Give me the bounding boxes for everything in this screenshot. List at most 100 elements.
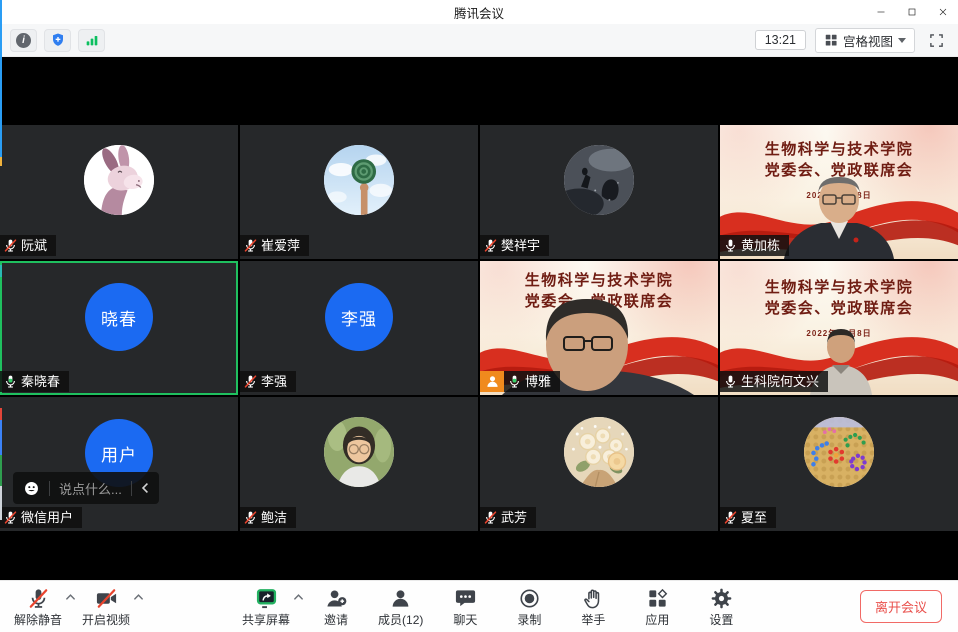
participant-tile[interactable]: 用户 说点什么... 微信用户 [0, 397, 238, 531]
mic-muted-icon [483, 238, 498, 253]
name-plate: 崔爱萍 [240, 235, 309, 256]
participant-tile-active-speaker[interactable]: 晓春 秦晓春 [0, 261, 238, 395]
avatar [564, 417, 634, 487]
participant-name: 微信用户 [21, 509, 73, 526]
tencent-meeting-window: 腾讯会议 i 13:21 宫格视图 [0, 0, 958, 632]
participant-tile[interactable]: 樊祥宇 [480, 125, 718, 259]
apps-button[interactable]: 应用 [635, 585, 679, 628]
participant-tile[interactable]: 生物科学与技术学院 党委会、党政联席会 博雅 [480, 261, 718, 395]
name-plate: 樊祥宇 [480, 235, 549, 256]
name-plate: 武芳 [480, 507, 536, 528]
fullscreen-icon [929, 33, 944, 48]
participant-name: 黄加栋 [741, 237, 780, 254]
share-screen-button[interactable]: 共享屏幕 [242, 585, 290, 628]
chevron-up-icon[interactable] [65, 593, 76, 601]
video-stage: 阮斌 [0, 57, 958, 580]
window-title: 腾讯会议 [454, 3, 504, 22]
settings-button[interactable]: 设置 [699, 585, 743, 628]
minimize-button[interactable] [865, 0, 896, 24]
close-button[interactable] [927, 0, 958, 24]
participant-tile[interactable]: 崔爱萍 [240, 125, 478, 259]
mic-muted-icon [243, 238, 258, 253]
settings-icon [710, 587, 733, 610]
avatar [324, 145, 394, 215]
name-plate: 鲍洁 [240, 507, 296, 528]
meeting-security-shield-icon[interactable] [44, 29, 71, 52]
invite-button[interactable]: 邀请 [314, 585, 358, 628]
title-bar: 腾讯会议 [0, 0, 958, 24]
meeting-info-icon[interactable]: i [10, 29, 37, 52]
participant-tile[interactable]: 李强 李强 [240, 261, 478, 395]
mic-muted-icon [3, 510, 18, 525]
avatar-initials: 李强 [325, 283, 393, 351]
participant-tile[interactable]: 武芳 [480, 397, 718, 531]
avatar [804, 417, 874, 487]
chat-button[interactable]: 聊天 [443, 585, 487, 628]
mic-on-icon [507, 374, 522, 389]
name-plate: 生科院何文兴 [720, 371, 828, 392]
emoji-icon[interactable] [23, 480, 40, 497]
name-plate: 夏至 [720, 507, 776, 528]
name-plate: 黄加栋 [720, 235, 789, 256]
name-plate: 秦晓春 [0, 371, 69, 392]
person-icon [485, 374, 500, 389]
chevron-up-icon[interactable] [133, 593, 144, 601]
members-icon [389, 587, 412, 610]
mic-on-icon [723, 374, 738, 389]
mic-muted-icon [483, 510, 498, 525]
chevron-down-icon [898, 38, 906, 43]
participant-tile[interactable]: 生物科学与技术学院 党委会、党政联席会 2022年12月8日 生科院何文兴 [720, 261, 958, 395]
chevron-left-icon[interactable] [141, 482, 149, 494]
host-badge [480, 371, 504, 392]
mic-muted-icon [723, 510, 738, 525]
raise-hand-button[interactable]: 举手 [571, 585, 615, 628]
participant-name: 夏至 [741, 509, 767, 526]
view-mode-dropdown[interactable]: 宫格视图 [815, 28, 915, 53]
chat-input-placeholder[interactable]: 说点什么... [59, 479, 122, 498]
participant-name: 阮斌 [21, 237, 47, 254]
name-plate: 阮斌 [0, 235, 56, 256]
bottom-toolbar: 解除静音 开启视频 共享屏幕 邀请 [0, 580, 958, 632]
view-mode-label: 宫格视图 [843, 31, 893, 50]
members-button[interactable]: 成员(12) [378, 585, 423, 628]
mic-muted-icon [27, 587, 50, 610]
avatar [84, 145, 154, 215]
participant-tile[interactable]: 阮斌 [0, 125, 238, 259]
avatar-initials: 晓春 [85, 283, 153, 351]
participant-name: 武芳 [501, 509, 527, 526]
grid-view-icon [824, 33, 838, 47]
name-plate: 微信用户 [0, 507, 82, 528]
start-video-button[interactable]: 开启视频 [82, 585, 130, 628]
participant-grid: 阮斌 [0, 125, 958, 531]
name-plate: 李强 [240, 371, 296, 392]
record-button[interactable]: 录制 [507, 585, 551, 628]
mic-on-icon [3, 374, 18, 389]
mic-on-icon [723, 238, 738, 253]
mic-muted-icon [243, 374, 258, 389]
name-plate: 博雅 [504, 371, 560, 392]
mic-muted-icon [3, 238, 18, 253]
avatar [564, 145, 634, 215]
participant-name: 樊祥宇 [501, 237, 540, 254]
fullscreen-button[interactable] [924, 28, 948, 52]
chevron-up-icon[interactable] [293, 593, 304, 601]
participant-name: 生科院何文兴 [741, 373, 819, 390]
maximize-button[interactable] [896, 0, 927, 24]
participant-tile[interactable]: 夏至 [720, 397, 958, 531]
camera-off-icon [95, 587, 118, 610]
participant-tile[interactable]: 鲍洁 [240, 397, 478, 531]
quick-chat-bar[interactable]: 说点什么... [13, 472, 159, 504]
share-screen-icon [255, 587, 278, 610]
unmute-button[interactable]: 解除静音 [14, 585, 62, 628]
network-quality-icon[interactable] [78, 29, 105, 52]
leave-meeting-button[interactable]: 离开会议 [860, 590, 942, 623]
avatar [324, 417, 394, 487]
participant-name: 崔爱萍 [261, 237, 300, 254]
top-toolbar: i 13:21 宫格视图 [0, 24, 958, 57]
participant-name: 博雅 [525, 373, 551, 390]
participant-tile[interactable]: 生物科学与技术学院 党委会、党政联席会 2022年12月8日 [720, 125, 958, 259]
mic-muted-icon [243, 510, 258, 525]
apps-icon [646, 587, 669, 610]
participant-name: 李强 [261, 373, 287, 390]
chat-icon [454, 587, 477, 610]
